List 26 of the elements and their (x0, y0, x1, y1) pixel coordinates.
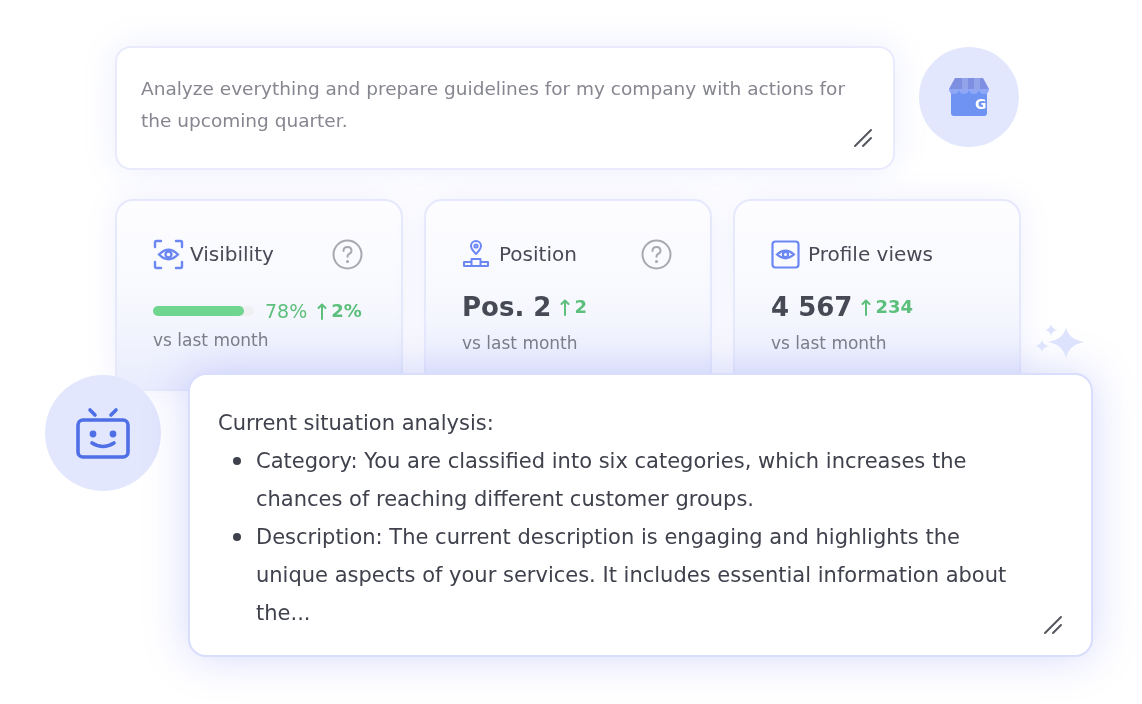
eye-square-icon (771, 239, 800, 269)
eye-scan-icon (153, 238, 184, 270)
resize-grip-icon[interactable] (1043, 615, 1063, 635)
stat-title: Profile views (808, 241, 934, 268)
stat-change: 234 (875, 295, 913, 319)
stat-change: 2 (574, 295, 587, 319)
logo-letter: G (975, 96, 987, 112)
stat-value: Pos. 2 (462, 291, 552, 324)
arrow-up-icon (861, 298, 872, 316)
store-icon (947, 77, 991, 117)
stat-value: 4 567 (771, 291, 853, 324)
prompt-field[interactable]: Analyze everything and prepare guidelines for my company with actions for the upcoming quarter. (115, 46, 895, 170)
arrow-up-icon (560, 298, 571, 316)
response-heading: Current situation analysis: (218, 410, 495, 437)
bullet-text: Category: You are classified into six categories, which increases the chances of reaching different customer groups. (256, 448, 968, 513)
stat-caption: vs last month (153, 329, 270, 352)
stat-change: 2% (331, 299, 362, 323)
stat-title: Position (499, 241, 577, 268)
stat-value: 78% (265, 299, 308, 323)
bullet-text: Description: The current description is engaging and highlights the unique aspects of your services. It includes essential information about the... (256, 524, 1008, 627)
podium-pin-icon (462, 240, 490, 268)
stat-caption: vs last month (462, 332, 579, 355)
resize-grip-icon[interactable] (853, 128, 873, 148)
arrow-up-icon (317, 302, 328, 320)
stat-caption: vs last month (771, 332, 888, 355)
stat-title: Visibility (190, 241, 274, 268)
